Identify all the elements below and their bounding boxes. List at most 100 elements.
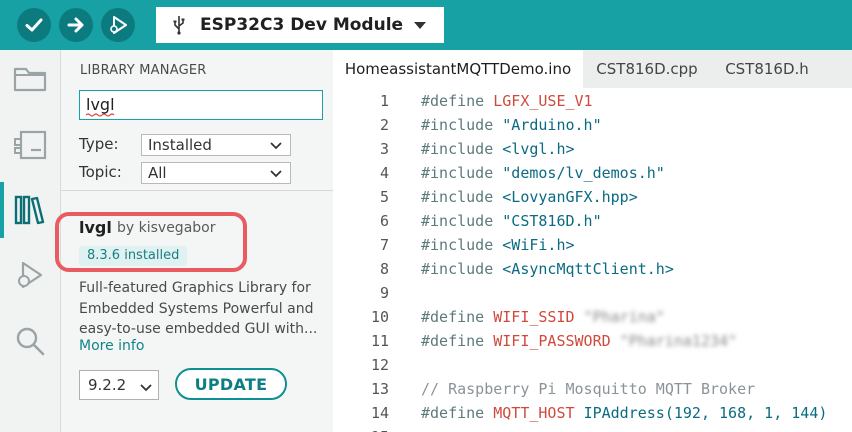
version-select[interactable]: 9.2.2 [79,370,159,400]
code-token: #define [421,92,494,110]
library-icon [14,195,45,225]
panel-title: LIBRARY MANAGER [80,63,207,78]
code-token: #define [421,404,494,422]
highlight-annotation [55,212,247,272]
library-manager-panel: LIBRARY MANAGER lvgl Type: Installed Top… [55,50,333,432]
code-token: <WiFi.h> [502,236,575,254]
rail-debug[interactable] [0,250,60,300]
code-token: #include [421,116,503,134]
line-number: 8 [379,260,389,278]
line-number: 12 [370,356,389,374]
description-line: easy-to-use embedded GUI with... [79,321,318,337]
line-number: 1 [379,92,389,110]
code-token: LGFX_USE_V1 [493,92,593,110]
arrow-right-icon [67,17,84,33]
check-icon [25,18,43,32]
code-token: <AsyncMqttClient.h> [502,260,674,278]
rail-boards-manager[interactable] [0,120,60,170]
code-token: <LovyanGFX.hpp> [502,188,638,206]
side-rail [0,50,61,432]
divider [61,190,333,191]
code-token: #include [421,140,503,158]
tab-cst816d-cpp[interactable]: CST816D.cpp [583,50,711,88]
code-token: <lvgl.h> [502,140,575,158]
debug-icon [110,16,127,34]
type-select[interactable]: Installed [141,134,291,156]
code-token: #include [421,164,503,182]
line-number: 2 [379,116,389,134]
code-token: #include [421,236,503,254]
tab-cst816d-h[interactable]: CST816D.h [711,50,823,88]
line-number: 11 [370,332,389,350]
code-token: WIFI_SSID [493,308,584,326]
code-line: #include "Arduino.h" [421,116,602,134]
usb-icon [164,15,194,35]
code-token: "Pharina" [583,308,665,326]
code-token: "CST816D.h" [502,212,602,230]
code-line: #include <lvgl.h> [421,140,575,158]
board-selector[interactable]: ESP32C3 Dev Module [156,7,444,43]
version-value: 9.2.2 [88,376,127,394]
line-number: 14 [370,404,389,422]
line-number: 9 [379,284,389,302]
code-line: #define WIFI_SSID "Pharina" [421,308,665,326]
chevron-down-icon [414,22,426,29]
code-token: "demos/lv_demos.h" [502,164,665,182]
code-editor[interactable]: 1 #define LGFX_USE_V1 2 #include "Arduino.h… [333,88,852,432]
line-number: 10 [370,308,389,326]
code-line: #include <WiFi.h> [421,236,575,254]
search-icon [16,327,45,356]
type-value: Installed [148,136,212,154]
code-line: #include <LovyanGFX.hpp> [421,188,638,206]
update-button[interactable]: UPDATE [175,368,287,400]
library-description: Full-featured Graphics Library for Embed… [79,278,327,340]
code-token: "Pharina1234" [619,332,738,350]
line-number: 15 [333,428,389,432]
code-line: #define MQTT_HOST IPAddress(192, 168, 1,… [421,404,827,422]
code-token: #define [421,308,494,326]
description-line: Full-featured Graphics Library for [79,280,311,296]
rail-library-manager[interactable] [0,185,60,235]
code-token: #define [421,332,494,350]
library-search-input[interactable]: lvgl [79,90,323,120]
toolbar: ESP32C3 Dev Module [0,0,852,50]
code-token: IPAddress(192, 168, 1, 144) [583,404,828,422]
debug-button[interactable] [101,8,135,42]
code-token: "Arduino.h" [502,116,602,134]
code-token: #include [421,212,503,230]
spellcheck-underline [86,113,115,117]
code-line: #include <AsyncMqttClient.h> [421,260,674,278]
more-info-link[interactable]: More info [79,338,144,354]
line-number: 6 [379,212,389,230]
board-icon [14,130,47,160]
line-number: 4 [379,164,389,182]
topic-label: Topic: [79,163,122,181]
debug-play-icon [18,261,43,289]
type-label: Type: [79,135,119,153]
code-token: #include [421,188,503,206]
chevron-down-icon [270,142,282,150]
chevron-down-icon [140,384,152,392]
rail-sketchbook[interactable] [0,54,60,104]
code-line: #include "CST816D.h" [421,212,602,230]
upload-button[interactable] [59,8,93,42]
code-line: // Raspberry Pi Mosquitto MQTT Broker [421,380,755,398]
line-number: 13 [370,380,389,398]
tab-homeassistantmqttdemo[interactable]: HomeassistantMQTTDemo.ino [333,50,583,88]
verify-button[interactable] [17,8,51,42]
board-name: ESP32C3 Dev Module [200,15,404,35]
code-token: WIFI_PASSWORD [493,332,620,350]
code-token: #include [421,260,503,278]
folder-icon [13,67,47,92]
search-value: lvgl [86,95,115,114]
line-number: 5 [379,188,389,206]
code-token: // Raspberry Pi Mosquitto MQTT Broker [421,380,756,398]
rail-search[interactable] [0,316,60,366]
code-line: #define WIFI_PASSWORD "Pharina1234" [421,332,737,350]
editor-tabs: HomeassistantMQTTDemo.ino CST816D.cpp CS… [333,50,852,88]
line-number: 7 [379,236,389,254]
chevron-down-icon [270,170,282,178]
line-number: 3 [379,140,389,158]
topic-select[interactable]: All [141,162,291,184]
topic-value: All [148,164,167,182]
